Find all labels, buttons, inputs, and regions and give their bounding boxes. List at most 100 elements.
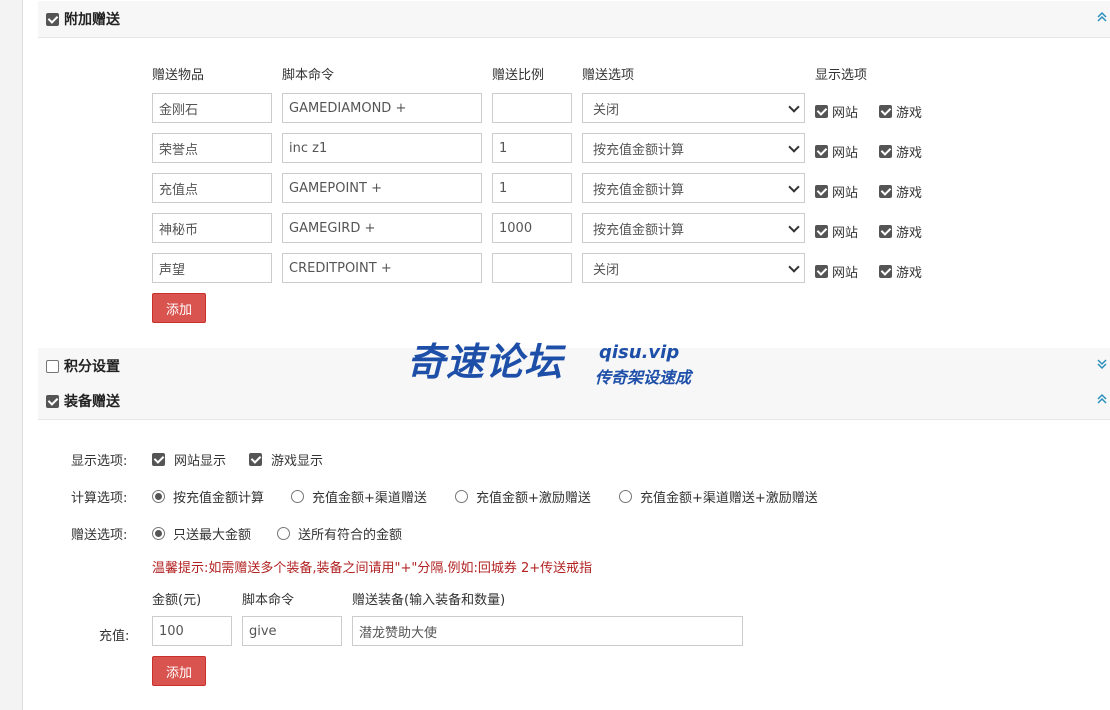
chevron-down-icon xyxy=(788,141,800,153)
game-checkbox-0[interactable]: 游戏 xyxy=(879,102,922,121)
amount-input[interactable]: 100 xyxy=(152,616,232,646)
checkbox-icon[interactable] xyxy=(879,185,892,198)
section-extra-header[interactable]: 附加赠送 xyxy=(38,1,1110,38)
option-select-0[interactable]: 关闭 xyxy=(582,93,805,123)
chevron-down-icon xyxy=(788,221,800,233)
radio-icon[interactable] xyxy=(291,490,304,503)
display-web-checkbox[interactable]: 网站显示 xyxy=(152,450,226,469)
calc-option-label: 充值金额+渠道赠送+激励赠送 xyxy=(640,491,818,506)
web-label: 网站 xyxy=(832,146,859,161)
col-header-option: 赠送选项 xyxy=(582,68,635,83)
gift-option-0[interactable]: 只送最大金额 xyxy=(152,524,251,543)
item-input-0[interactable]: 金刚石 xyxy=(152,93,272,123)
watermark-slogan: 传奇架设速成 xyxy=(595,368,692,387)
option-select-2[interactable]: 按充值金额计算 xyxy=(582,173,805,203)
cmd-input-2[interactable]: GAMEPOINT + xyxy=(282,173,482,203)
watermark-site: qisu.vip xyxy=(599,342,680,363)
checkbox-icon[interactable] xyxy=(879,105,892,118)
option-select-3[interactable]: 按充值金额计算 xyxy=(582,213,805,243)
calc-option-3[interactable]: 充值金额+渠道赠送+激励赠送 xyxy=(619,487,818,506)
add-item-button[interactable]: 添加 xyxy=(152,293,206,323)
expand-chevron-icon[interactable] xyxy=(1096,358,1108,370)
game-checkbox-2[interactable]: 游戏 xyxy=(879,182,922,201)
checkbox-icon[interactable] xyxy=(815,225,828,238)
game-checkbox-4[interactable]: 游戏 xyxy=(879,262,922,281)
radio-icon[interactable] xyxy=(152,490,165,503)
calc-option-label: 充值金额+激励赠送 xyxy=(476,491,591,506)
radio-icon[interactable] xyxy=(152,527,165,540)
checkbox-icon[interactable] xyxy=(249,453,262,466)
section-extra-checkbox[interactable] xyxy=(46,12,59,26)
left-sidebar-edge xyxy=(0,0,23,710)
ratio-input-4[interactable] xyxy=(492,253,572,283)
item-input-1[interactable]: 荣誉点 xyxy=(152,133,272,163)
game-label: 游戏 xyxy=(896,266,923,281)
web-checkbox-1[interactable]: 网站 xyxy=(815,142,858,161)
hint-text: 温馨提示:如需赠送多个装备,装备之间请用"+"分隔.例如:回城券 2+传送戒指 xyxy=(152,561,593,576)
collapse-chevron-icon[interactable] xyxy=(1096,11,1108,23)
gift-options-label: 赠送选项: xyxy=(71,528,128,543)
item-input-3[interactable]: 神秘币 xyxy=(152,213,272,243)
item-input-4[interactable]: 声望 xyxy=(152,253,272,283)
radio-icon[interactable] xyxy=(619,490,632,503)
web-checkbox-3[interactable]: 网站 xyxy=(815,222,858,241)
col-header-equip-cmd: 脚本命令 xyxy=(242,593,295,608)
game-checkbox-1[interactable]: 游戏 xyxy=(879,142,922,161)
equip-input[interactable]: 潜龙赞助大使 xyxy=(352,616,743,646)
game-label: 游戏 xyxy=(896,186,923,201)
chevron-down-icon xyxy=(788,261,800,273)
watermark-main: 奇速论坛 xyxy=(407,340,564,384)
web-label: 网站 xyxy=(832,266,859,281)
option-select-value: 关闭 xyxy=(593,262,620,278)
radio-icon[interactable] xyxy=(277,527,290,540)
cmd-input-4[interactable]: CREDITPOINT + xyxy=(282,253,482,283)
game-label: 游戏 xyxy=(896,106,923,121)
watermark-logo: 奇速论坛 qisu.vip 传奇架设速成 xyxy=(405,338,705,390)
cmd-input-1[interactable]: inc z1 xyxy=(282,133,482,163)
checkbox-icon[interactable] xyxy=(815,105,828,118)
calc-option-1[interactable]: 充值金额+渠道赠送 xyxy=(291,487,427,506)
col-header-equip: 赠送装备(输入装备和数量) xyxy=(352,593,506,608)
option-select-value: 按充值金额计算 xyxy=(593,222,685,238)
option-select-value: 关闭 xyxy=(593,102,620,118)
ratio-input-3[interactable]: 1000 xyxy=(492,213,572,243)
add-equip-button[interactable]: 添加 xyxy=(152,656,206,686)
col-header-cmd: 脚本命令 xyxy=(282,68,335,83)
game-checkbox-3[interactable]: 游戏 xyxy=(879,222,922,241)
web-checkbox-2[interactable]: 网站 xyxy=(815,182,858,201)
section-extra-title: 附加赠送 xyxy=(64,12,120,28)
col-header-item: 赠送物品 xyxy=(152,68,205,83)
gift-option-1[interactable]: 送所有符合的金额 xyxy=(277,524,402,543)
display-options-label: 显示选项: xyxy=(71,454,128,469)
section-equip-title: 装备赠送 xyxy=(64,394,120,410)
calc-option-2[interactable]: 充值金额+激励赠送 xyxy=(455,487,591,506)
chevron-down-icon xyxy=(788,181,800,193)
display-game-checkbox[interactable]: 游戏显示 xyxy=(249,450,323,469)
item-input-2[interactable]: 充值点 xyxy=(152,173,272,203)
section-points-checkbox[interactable] xyxy=(46,359,59,373)
ratio-input-2[interactable]: 1 xyxy=(492,173,572,203)
option-select-4[interactable]: 关闭 xyxy=(582,253,805,283)
option-select-1[interactable]: 按充值金额计算 xyxy=(582,133,805,163)
checkbox-icon[interactable] xyxy=(815,185,828,198)
section-equip-checkbox[interactable] xyxy=(46,394,59,408)
calc-option-0[interactable]: 按充值金额计算 xyxy=(152,487,264,506)
ratio-input-1[interactable]: 1 xyxy=(492,133,572,163)
game-label: 游戏 xyxy=(896,226,923,241)
checkbox-icon[interactable] xyxy=(152,453,165,466)
cmd-input-3[interactable]: GAMEGIRD + xyxy=(282,213,482,243)
checkbox-icon[interactable] xyxy=(815,265,828,278)
web-checkbox-0[interactable]: 网站 xyxy=(815,102,858,121)
radio-icon[interactable] xyxy=(455,490,468,503)
checkbox-icon[interactable] xyxy=(879,145,892,158)
checkbox-icon[interactable] xyxy=(815,145,828,158)
web-checkbox-4[interactable]: 网站 xyxy=(815,262,858,281)
ratio-input-0[interactable] xyxy=(492,93,572,123)
equip-cmd-input[interactable]: give xyxy=(242,616,342,646)
checkbox-icon[interactable] xyxy=(879,265,892,278)
web-label: 网站 xyxy=(832,106,859,121)
checkbox-icon[interactable] xyxy=(879,225,892,238)
cmd-input-0[interactable]: GAMEDIAMOND + xyxy=(282,93,482,123)
collapse-chevron-icon[interactable] xyxy=(1096,393,1108,405)
recharge-label: 充值: xyxy=(99,629,130,644)
